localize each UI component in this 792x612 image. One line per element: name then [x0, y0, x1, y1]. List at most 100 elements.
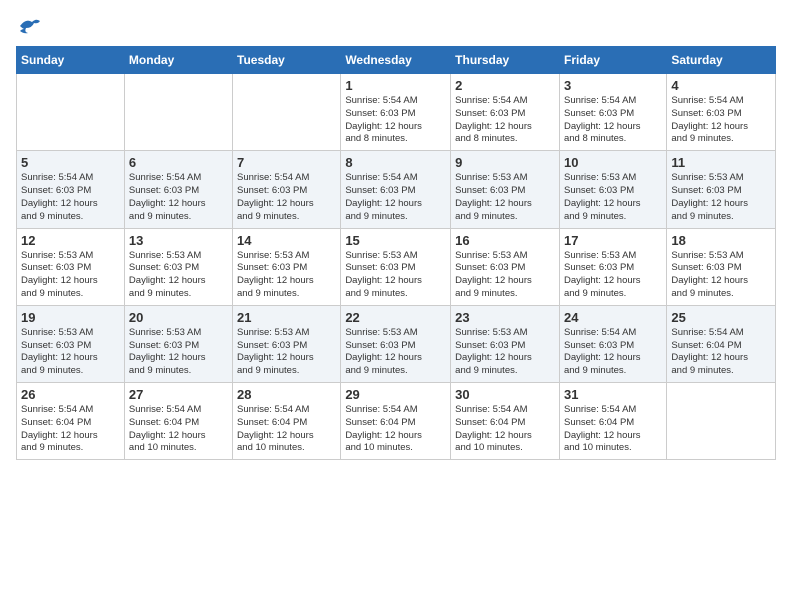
weekday-header-saturday: Saturday: [667, 47, 776, 74]
calendar-cell: 19 Sunrise: 5:53 AMSunset: 6:03 PMDayligh…: [17, 305, 125, 382]
calendar-cell: 9 Sunrise: 5:53 AMSunset: 6:03 PMDaylight…: [451, 151, 560, 228]
day-number: 10: [564, 155, 662, 170]
calendar-cell: 20 Sunrise: 5:53 AMSunset: 6:03 PMDayligh…: [124, 305, 232, 382]
day-number: 27: [129, 387, 228, 402]
page-header: [16, 16, 776, 36]
calendar-cell: 2Sunrise: 5:54 AMSunset: 6:03 PMDaylight…: [451, 74, 560, 151]
calendar-cell: 10 Sunrise: 5:53 AMSunset: 6:03 PMDayligh…: [559, 151, 666, 228]
calendar-cell: 21 Sunrise: 5:53 AMSunset: 6:03 PMDayligh…: [233, 305, 341, 382]
day-number: 22: [345, 310, 446, 325]
day-number: 5: [21, 155, 120, 170]
day-info: Sunrise: 5:54 AMSunset: 6:03 PMDaylight:…: [564, 327, 662, 378]
day-number: 29: [345, 387, 446, 402]
day-number: 12: [21, 233, 120, 248]
calendar-cell: 12 Sunrise: 5:53 AMSunset: 6:03 PMDayligh…: [17, 228, 125, 305]
calendar-cell: [124, 74, 232, 151]
day-info: Sunrise: 5:53 AMSunset: 6:03 PMDaylight:…: [21, 327, 120, 378]
weekday-header-tuesday: Tuesday: [233, 47, 341, 74]
calendar-cell: 5 Sunrise: 5:54 AMSunset: 6:03 PMDaylight…: [17, 151, 125, 228]
day-number: 30: [455, 387, 555, 402]
day-number: 3: [564, 78, 662, 93]
calendar-cell: [17, 74, 125, 151]
weekday-header-sunday: Sunday: [17, 47, 125, 74]
day-info: Sunrise: 5:54 AMSunset: 6:03 PMDaylight:…: [455, 95, 555, 146]
calendar-cell: 28 Sunrise: 5:54 AMSunset: 6:04 PMDayligh…: [233, 383, 341, 460]
day-number: 8: [345, 155, 446, 170]
day-info: Sunrise: 5:53 AMSunset: 6:03 PMDaylight:…: [671, 250, 771, 301]
day-info: Sunrise: 5:53 AMSunset: 6:03 PMDaylight:…: [129, 250, 228, 301]
calendar-cell: 18 Sunrise: 5:53 AMSunset: 6:03 PMDayligh…: [667, 228, 776, 305]
day-info: Sunrise: 5:54 AMSunset: 6:03 PMDaylight:…: [129, 172, 228, 223]
calendar-cell: 31Sunrise: 5:54 AMSunset: 6:04 PMDayligh…: [559, 383, 666, 460]
calendar-cell: 25Sunrise: 5:54 AMSunset: 6:04 PMDayligh…: [667, 305, 776, 382]
calendar-cell: 7 Sunrise: 5:54 AMSunset: 6:03 PMDaylight…: [233, 151, 341, 228]
day-number: 9: [455, 155, 555, 170]
weekday-header-thursday: Thursday: [451, 47, 560, 74]
day-number: 14: [237, 233, 336, 248]
calendar-cell: 3Sunrise: 5:54 AMSunset: 6:03 PMDaylight…: [559, 74, 666, 151]
day-number: 26: [21, 387, 120, 402]
calendar-cell: 8Sunrise: 5:54 AMSunset: 6:03 PMDaylight…: [341, 151, 451, 228]
calendar-header-row: SundayMondayTuesdayWednesdayThursdayFrid…: [17, 47, 776, 74]
day-number: 21: [237, 310, 336, 325]
day-number: 25: [671, 310, 771, 325]
calendar-week-row: 12 Sunrise: 5:53 AMSunset: 6:03 PMDayligh…: [17, 228, 776, 305]
day-info: Sunrise: 5:54 AMSunset: 6:04 PMDaylight:…: [345, 404, 446, 455]
day-number: 18: [671, 233, 771, 248]
day-info: Sunrise: 5:54 AMSunset: 6:03 PMDaylight:…: [237, 172, 336, 223]
day-info: Sunrise: 5:54 AMSunset: 6:03 PMDaylight:…: [21, 172, 120, 223]
day-number: 6: [129, 155, 228, 170]
day-number: 15: [345, 233, 446, 248]
day-info: Sunrise: 5:54 AMSunset: 6:03 PMDaylight:…: [345, 95, 446, 146]
day-number: 19: [21, 310, 120, 325]
calendar-week-row: 26 Sunrise: 5:54 AMSunset: 6:04 PMDayligh…: [17, 383, 776, 460]
calendar-cell: 26 Sunrise: 5:54 AMSunset: 6:04 PMDayligh…: [17, 383, 125, 460]
weekday-header-friday: Friday: [559, 47, 666, 74]
logo: [16, 16, 42, 36]
day-info: Sunrise: 5:53 AMSunset: 6:03 PMDaylight:…: [237, 327, 336, 378]
day-info: Sunrise: 5:54 AMSunset: 6:04 PMDaylight:…: [129, 404, 228, 455]
day-number: 4: [671, 78, 771, 93]
calendar-cell: 24 Sunrise: 5:54 AMSunset: 6:03 PMDayligh…: [559, 305, 666, 382]
calendar-cell: 4Sunrise: 5:54 AMSunset: 6:03 PMDaylight…: [667, 74, 776, 151]
day-number: 28: [237, 387, 336, 402]
day-info: Sunrise: 5:53 AMSunset: 6:03 PMDaylight:…: [21, 250, 120, 301]
day-info: Sunrise: 5:53 AMSunset: 6:03 PMDaylight:…: [455, 250, 555, 301]
calendar-cell: 13 Sunrise: 5:53 AMSunset: 6:03 PMDayligh…: [124, 228, 232, 305]
calendar-cell: 17Sunrise: 5:53 AMSunset: 6:03 PMDayligh…: [559, 228, 666, 305]
calendar-week-row: 19 Sunrise: 5:53 AMSunset: 6:03 PMDayligh…: [17, 305, 776, 382]
day-info: Sunrise: 5:53 AMSunset: 6:03 PMDaylight:…: [564, 172, 662, 223]
calendar-cell: 23 Sunrise: 5:53 AMSunset: 6:03 PMDayligh…: [451, 305, 560, 382]
day-number: 13: [129, 233, 228, 248]
day-info: Sunrise: 5:53 AMSunset: 6:03 PMDaylight:…: [455, 327, 555, 378]
calendar-cell: 16 Sunrise: 5:53 AMSunset: 6:03 PMDayligh…: [451, 228, 560, 305]
calendar-cell: 6 Sunrise: 5:54 AMSunset: 6:03 PMDaylight…: [124, 151, 232, 228]
day-info: Sunrise: 5:53 AMSunset: 6:03 PMDaylight:…: [345, 250, 446, 301]
weekday-header-monday: Monday: [124, 47, 232, 74]
day-info: Sunrise: 5:53 AMSunset: 6:03 PMDaylight:…: [345, 327, 446, 378]
day-number: 31: [564, 387, 662, 402]
calendar-cell: 22 Sunrise: 5:53 AMSunset: 6:03 PMDayligh…: [341, 305, 451, 382]
day-number: 23: [455, 310, 555, 325]
day-info: Sunrise: 5:53 AMSunset: 6:03 PMDaylight:…: [455, 172, 555, 223]
day-number: 16: [455, 233, 555, 248]
calendar-cell: 1Sunrise: 5:54 AMSunset: 6:03 PMDaylight…: [341, 74, 451, 151]
day-number: 7: [237, 155, 336, 170]
day-info: Sunrise: 5:53 AMSunset: 6:03 PMDaylight:…: [129, 327, 228, 378]
calendar-cell: 15 Sunrise: 5:53 AMSunset: 6:03 PMDayligh…: [341, 228, 451, 305]
calendar-cell: 14 Sunrise: 5:53 AMSunset: 6:03 PMDayligh…: [233, 228, 341, 305]
logo-bird-icon: [18, 16, 42, 36]
calendar-cell: 11 Sunrise: 5:53 AMSunset: 6:03 PMDayligh…: [667, 151, 776, 228]
calendar-week-row: 1Sunrise: 5:54 AMSunset: 6:03 PMDaylight…: [17, 74, 776, 151]
day-info: Sunrise: 5:53 AMSunset: 6:03 PMDaylight:…: [671, 172, 771, 223]
calendar-week-row: 5 Sunrise: 5:54 AMSunset: 6:03 PMDaylight…: [17, 151, 776, 228]
day-info: Sunrise: 5:54 AMSunset: 6:04 PMDaylight:…: [237, 404, 336, 455]
day-info: Sunrise: 5:53 AMSunset: 6:03 PMDaylight:…: [237, 250, 336, 301]
day-number: 11: [671, 155, 771, 170]
weekday-header-wednesday: Wednesday: [341, 47, 451, 74]
day-number: 20: [129, 310, 228, 325]
day-info: Sunrise: 5:54 AMSunset: 6:04 PMDaylight:…: [21, 404, 120, 455]
calendar-cell: [233, 74, 341, 151]
day-number: 24: [564, 310, 662, 325]
day-info: Sunrise: 5:54 AMSunset: 6:04 PMDaylight:…: [455, 404, 555, 455]
